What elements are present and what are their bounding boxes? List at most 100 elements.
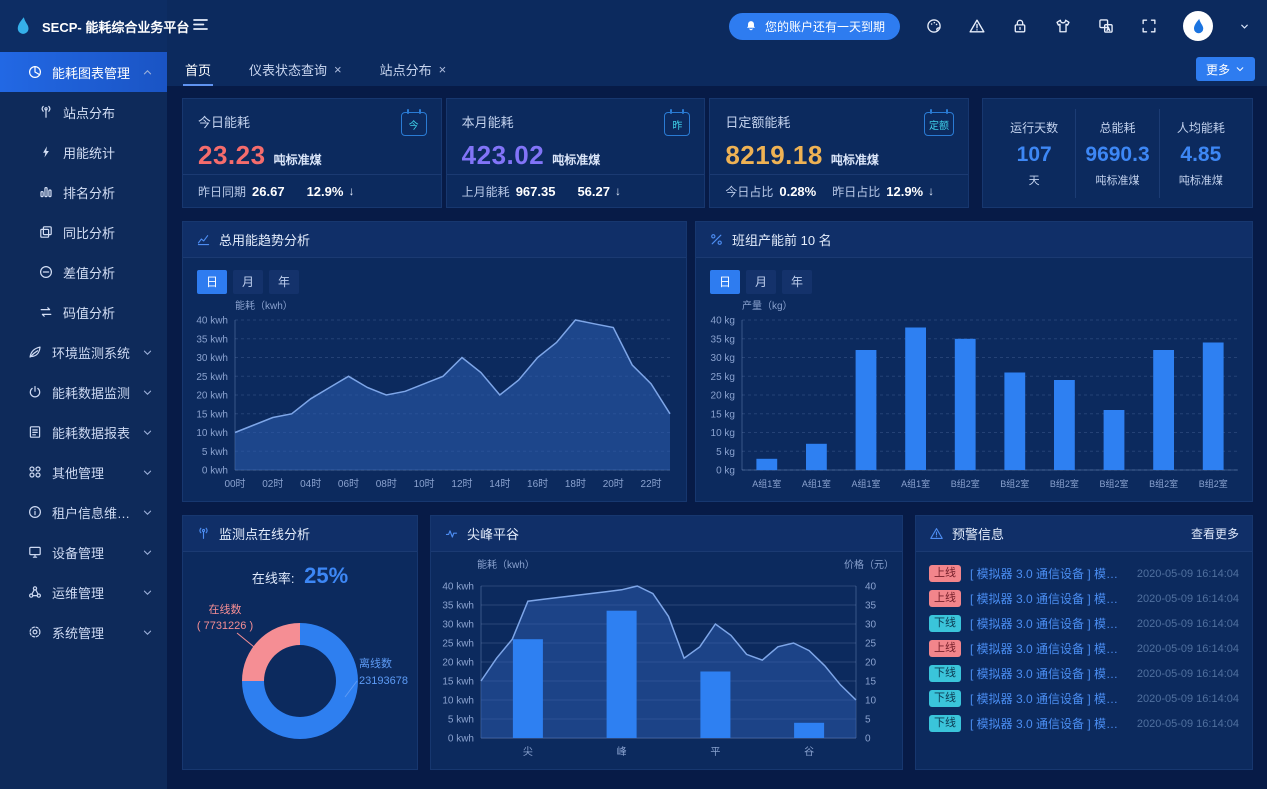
sidebar-item-2[interactable]: 能耗数据监测	[0, 372, 167, 412]
period-tab-日[interactable]: 日	[197, 270, 227, 294]
online-rate: 在线率: 25%	[183, 552, 417, 589]
alert-row-1[interactable]: 上线 [ 模拟器 3.0 通信设备 ] 模拟器 3.0... 2020-05-0…	[929, 586, 1239, 611]
svg-text:30 kg: 30 kg	[711, 353, 735, 364]
avatar[interactable]	[1183, 11, 1213, 41]
more-button[interactable]: 更多	[1196, 57, 1255, 81]
stat-unit: 吨标准煤	[274, 153, 322, 167]
team-card-title: 班组产能前 10 名	[732, 230, 832, 249]
sidebar-subitem-0-2[interactable]: 排名分析	[0, 172, 167, 212]
svg-text:( 7731226 ): ( 7731226 )	[197, 620, 253, 632]
stat-value: 23.23吨标准煤	[198, 140, 426, 171]
svg-text:能耗（kwh）: 能耗（kwh）	[477, 558, 535, 571]
translate-button[interactable]	[1097, 17, 1115, 35]
team-card-header: 班组产能前 10 名	[696, 222, 1252, 258]
sidebar-subitem-0-5[interactable]: 码值分析	[0, 292, 167, 332]
sidebar-subitem-0-1[interactable]: 用能统计	[0, 132, 167, 172]
svg-text:30 kwh: 30 kwh	[442, 620, 474, 631]
svg-text:0 kwh: 0 kwh	[448, 734, 474, 745]
sidebar-item-3[interactable]: 能耗数据报表	[0, 412, 167, 452]
svg-text:18时: 18时	[565, 478, 586, 490]
app-root: SECP- 能耗综合业务平台 您的账户还有一天到期 能耗图表管理站点分布用能统计…	[0, 0, 1267, 789]
account-expiry-notice[interactable]: 您的账户还有一天到期	[729, 13, 900, 40]
alert-row-6[interactable]: 下线 [ 模拟器 3.0 通信设备 ] 模拟器 3.0... 2020-05-0…	[929, 711, 1239, 736]
period-tab-月[interactable]: 月	[746, 270, 776, 294]
sidebar-item-1[interactable]: 环境监测系统	[0, 332, 167, 372]
alert-time: 2020-05-09 16:14:04	[1137, 718, 1239, 730]
team-output-chart: 0 kg5 kg10 kg15 kg20 kg25 kg30 kg35 kg40…	[696, 296, 1252, 501]
sidebar-item-6[interactable]: 设备管理	[0, 532, 167, 572]
alert-row-2[interactable]: 下线 [ 模拟器 3.0 通信设备 ] 模拟器 3.0... 2020-05-0…	[929, 611, 1239, 636]
svg-text:06时: 06时	[338, 478, 359, 490]
period-tab-年[interactable]: 年	[269, 270, 299, 294]
svg-text:离线数: 离线数	[359, 656, 392, 670]
chevron-down-icon	[142, 467, 153, 478]
sidebar-item-label: 能耗数据监测	[52, 383, 133, 402]
online-card-title: 监测点在线分析	[219, 524, 310, 543]
svg-text:A组1室: A组1室	[901, 478, 930, 489]
sidebar-subitem-0-3[interactable]: 同比分析	[0, 212, 167, 252]
user-menu-caret[interactable]	[1238, 20, 1251, 33]
calendar-icon: 定额	[924, 112, 954, 136]
fullscreen-button[interactable]	[1140, 17, 1158, 35]
alert-list: 上线 [ 模拟器 3.0 通信设备 ] 模拟器 3.0... 2020-05-0…	[916, 552, 1252, 736]
warning-triangle-icon	[929, 526, 944, 541]
peak-card-title: 尖峰平谷	[467, 524, 519, 543]
alert-row-0[interactable]: 上线 [ 模拟器 3.0 通信设备 ] 模拟器 3.0... 2020-05-0…	[929, 561, 1239, 586]
sidebar-item-5[interactable]: 租户信息维护管理	[0, 492, 167, 532]
chevron-down-icon	[142, 587, 153, 598]
period-tab-日[interactable]: 日	[710, 270, 740, 294]
period-tab-年[interactable]: 年	[782, 270, 812, 294]
lock-button[interactable]	[1011, 17, 1029, 35]
sidebar-subitem-0-0[interactable]: 站点分布	[0, 92, 167, 132]
report-icon	[27, 424, 43, 440]
alert-text: [ 模拟器 3.0 通信设备 ] 模拟器 3.0...	[970, 565, 1128, 582]
tab-1[interactable]: 仪表状态查询×	[249, 52, 342, 86]
peak-valley-card: 尖峰平谷 0 kwh05 kwh510 kwh1015 kwh1520 kwh2…	[430, 515, 903, 770]
summary-label: 运行天数	[993, 119, 1075, 136]
stat-footer-item: 56.27↓	[571, 184, 621, 199]
svg-text:A组1室: A组1室	[802, 478, 831, 489]
trend-period-tabs: 日月年	[183, 258, 686, 296]
sidebar-item-4[interactable]: 其他管理	[0, 452, 167, 492]
warning-triangle-button[interactable]	[968, 17, 986, 35]
online-analysis-card: 监测点在线分析 在线率: 25% 在线数( 7731226 )离线数231936…	[182, 515, 418, 770]
svg-text:15: 15	[865, 677, 877, 688]
svg-text:能耗（kwh）: 能耗（kwh）	[235, 299, 293, 312]
svg-text:A组1室: A组1室	[851, 478, 880, 489]
summary-col: 总能耗9690.3吨标准煤	[1075, 109, 1158, 198]
period-tab-月[interactable]: 月	[233, 270, 263, 294]
alert-row-3[interactable]: 上线 [ 模拟器 3.0 通信设备 ] 模拟器 3.0... 2020-05-0…	[929, 636, 1239, 661]
tab-strip: 首页 仪表状态查询× 站点分布×	[185, 52, 484, 86]
gear-icon	[27, 624, 43, 640]
tab-2[interactable]: 站点分布×	[380, 52, 447, 86]
navbar-right: 您的账户还有一天到期	[729, 11, 1267, 41]
sidebar-subitem-label: 站点分布	[63, 103, 157, 122]
svg-text:40 kg: 40 kg	[711, 316, 735, 327]
online-rate-value: 25%	[304, 563, 348, 588]
sidebar-item-8[interactable]: 系统管理	[0, 612, 167, 652]
shirt-button[interactable]	[1054, 17, 1072, 35]
summary-value: 107	[993, 143, 1075, 167]
alerts-more-link[interactable]: 查看更多	[1191, 525, 1239, 542]
sidebar-subitem-label: 差值分析	[63, 263, 157, 282]
monitor-icon	[27, 544, 43, 560]
alert-row-5[interactable]: 下线 [ 模拟器 3.0 通信设备 ] 模拟器 3.0... 2020-05-0…	[929, 686, 1239, 711]
palette-button[interactable]	[925, 17, 943, 35]
area-chart-svg: 0 kwh5 kwh10 kwh15 kwh20 kwh25 kwh30 kwh…	[183, 296, 686, 496]
tab-close-icon[interactable]: ×	[439, 63, 447, 76]
svg-text:在线数: 在线数	[209, 602, 242, 616]
alert-row-4[interactable]: 下线 [ 模拟器 3.0 通信设备 ] 模拟器 3.0... 2020-05-0…	[929, 661, 1239, 686]
stat-card-2: 日定额能耗 定额 8219.18吨标准煤 今日占比0.28%昨日占比12.9%↓	[709, 98, 969, 208]
svg-text:10 kwh: 10 kwh	[442, 696, 474, 707]
sidebar: 能耗图表管理站点分布用能统计排名分析同比分析差值分析码值分析环境监测系统能耗数据…	[0, 52, 167, 789]
sidebar-collapse-button[interactable]	[187, 11, 214, 41]
tab-close-icon[interactable]: ×	[334, 63, 342, 76]
tab-0[interactable]: 首页	[185, 52, 211, 86]
stat-footer-item: 上月能耗967.35	[462, 183, 556, 200]
charts-row-1: 总用能趋势分析 日月年 0 kwh5 kwh10 kwh15 kwh20 kwh…	[182, 221, 1253, 502]
summary-unit: 吨标准煤	[1160, 172, 1242, 188]
sidebar-subitem-0-4[interactable]: 差值分析	[0, 252, 167, 292]
sidebar-item-7[interactable]: 运维管理	[0, 572, 167, 612]
svg-text:价格（元）: 价格（元）	[844, 558, 894, 571]
sidebar-item-0[interactable]: 能耗图表管理	[0, 52, 167, 92]
